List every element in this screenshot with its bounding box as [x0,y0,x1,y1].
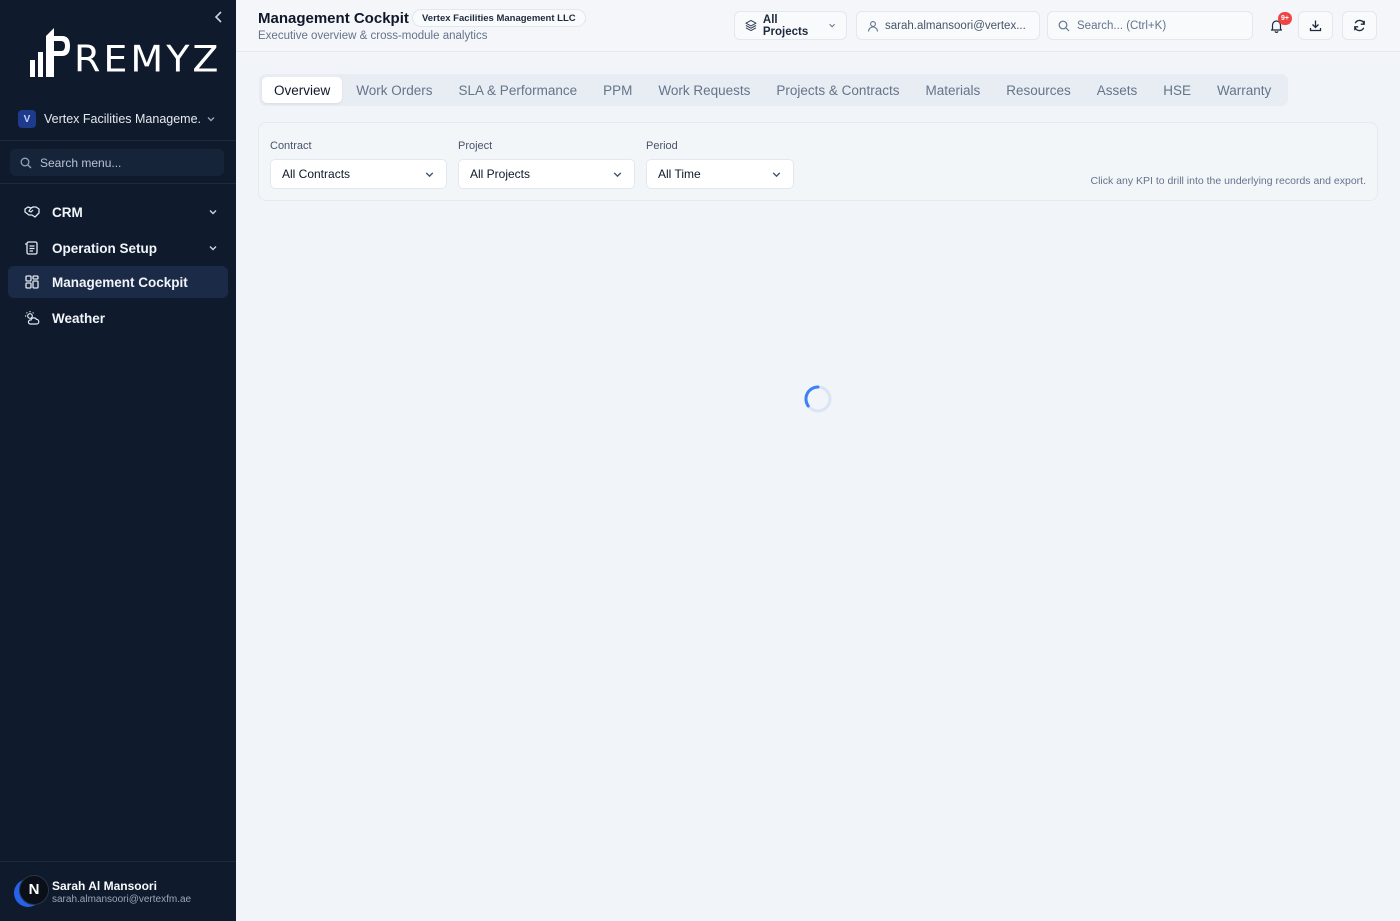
nav-label: CRM [52,204,83,220]
user-menu-email: sarah.almansoori@vertex... [885,19,1026,32]
clipboard-list-icon [24,240,40,256]
menu-search-placeholder: Search menu... [40,155,122,170]
chevron-down-icon [209,246,217,251]
chevron-down-icon [425,171,434,177]
tab-warranty[interactable]: Warranty [1205,77,1283,103]
chevron-down-icon [829,23,835,28]
logo-mark-icon [30,28,70,77]
contract-filter-value: All Contracts [282,167,351,181]
search-icon [1058,20,1070,31]
user-info: Sarah Al Mansoori sarah.almansoori@verte… [52,879,191,905]
search-icon [20,157,32,168]
top-header: Management Cockpit Vertex Facilities Man… [236,0,1400,52]
global-search-input[interactable]: Search... (Ctrl+K) [1047,11,1253,40]
org-name: Vertex Facilities Manageme... [44,112,200,126]
refresh-button[interactable] [1342,11,1377,40]
logo-text: REMYZ [74,38,222,80]
tab-resources[interactable]: Resources [994,77,1083,103]
user-email: sarah.almansoori@vertexfm.ae [52,893,192,905]
global-search-placeholder: Search... (Ctrl+K) [1077,19,1167,32]
nav-item-management-cockpit[interactable]: Management Cockpit [8,266,228,298]
tab-overview[interactable]: Overview [262,77,343,103]
org-badge: V [18,110,36,128]
organization-chip: Vertex Facilities Management LLC [412,9,586,27]
nav-item-crm[interactable]: CRM [8,196,228,228]
divider [0,140,236,141]
contract-filter-label: Contract [270,140,312,152]
contract-filter-select[interactable]: All Contracts [270,159,447,189]
period-filter-select[interactable]: All Time [646,159,794,189]
download-icon [1309,20,1322,32]
loading-spinner [803,384,833,414]
project-filter-select[interactable]: All Projects [458,159,635,189]
period-filter-value: All Time [658,167,701,181]
avatar-initial: N [19,874,49,905]
user-icon [867,20,879,32]
dashboard-grid-icon [24,274,40,290]
nav-item-operation-setup[interactable]: Operation Setup [8,232,228,264]
notifications-button[interactable]: 9+ [1259,11,1294,40]
chevron-down-icon [207,117,215,122]
tab-work-orders[interactable]: Work Orders [344,77,444,103]
notification-badge: 9+ [1278,12,1292,25]
handshake-icon [24,204,40,220]
avatar: N [14,874,49,909]
divider [0,183,236,184]
cockpit-tabs: Overview Work Orders SLA & Performance P… [259,74,1289,106]
refresh-icon [1354,19,1365,32]
nav-label: Management Cockpit [52,274,188,290]
tab-assets[interactable]: Assets [1085,77,1150,103]
user-name: Sarah Al Mansoori [52,878,157,893]
tab-work-requests[interactable]: Work Requests [646,77,762,103]
drilldown-hint: Click any KPI to drill into the underlyi… [1090,175,1366,187]
chevron-down-icon [209,210,217,215]
app-logo[interactable]: REMYZ [28,22,221,78]
layers-icon [745,19,757,32]
project-filter-label: Project [458,140,493,152]
nav-label: Operation Setup [52,240,158,256]
period-filter-label: Period [646,140,678,152]
tab-hse[interactable]: HSE [1151,77,1203,103]
sun-cloud-icon [24,310,40,326]
page-subtitle: Executive overview & cross-module analyt… [258,30,488,42]
tab-ppm[interactable]: PPM [591,77,644,103]
download-button[interactable] [1298,11,1333,40]
tab-projects-contracts[interactable]: Projects & Contracts [764,77,911,103]
sidebar: REMYZ V Vertex Facilities Manageme... Se… [0,0,236,921]
tab-materials[interactable]: Materials [913,77,992,103]
tab-sla-performance[interactable]: SLA & Performance [447,77,590,103]
menu-search-input[interactable]: Search menu... [10,149,224,176]
chevron-down-icon [772,171,781,177]
project-filter-value: All Projects [470,167,531,181]
user-menu-button[interactable]: sarah.almansoori@vertex... [856,11,1040,40]
project-selector-label: All Projects [762,13,809,38]
project-selector[interactable]: All Projects [734,11,847,40]
organization-switcher[interactable]: V Vertex Facilities Manageme... [10,104,226,134]
page-title: Management Cockpit [258,10,409,27]
chevron-down-icon [613,171,622,177]
filter-bar: Contract All Contracts Project All Proje… [258,122,1378,201]
nav-label: Weather [52,310,106,326]
user-profile[interactable]: N Sarah Al Mansoori sarah.almansoori@ver… [0,861,236,921]
nav-item-weather[interactable]: Weather [8,302,228,334]
